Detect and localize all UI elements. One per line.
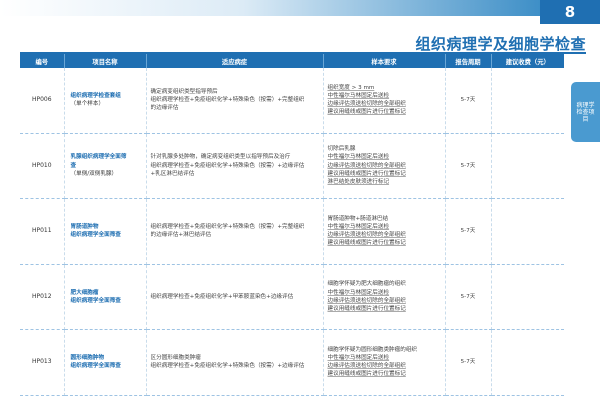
sample-line: 胃肠道肿物+肠道淋巴结 — [327, 215, 389, 222]
sample-cell: 细胞学怀疑为肥大细胞瘤的组织 中性福尔马林固定后送检 边缘评估须送检切除的全部组… — [323, 264, 446, 330]
indication-line: 确定病变组织类型指导预后 — [150, 88, 218, 95]
sample-line: 细胞学怀疑为圆形细胞类肿瘤的组织 — [327, 346, 418, 353]
item-name-line: 圆形细胞肿物 — [70, 355, 105, 362]
item-name-line: 查 — [70, 162, 77, 169]
indication-cell: 针对乳腺多处肿物，确定病变组织类型以指导预后及治疗 组织病理学检查+免疫组织化学… — [146, 133, 324, 199]
sample-line: 建议用缝线或图片进行位置标记 — [327, 170, 406, 177]
item-name-line: 乳腺组织病理学全面筛 — [70, 154, 127, 161]
page-title: 组织病理学及细胞学检查 — [415, 35, 586, 53]
item-name-line: 组织病理学全面筛查 — [70, 363, 121, 370]
column-header: 建议收费（元） — [491, 54, 564, 68]
fee-cell — [491, 264, 564, 330]
report-period: 5-7天 — [445, 329, 492, 396]
indication-line: 针对乳腺多处肿物，确定病变组织类型以指导预后及治疗 — [150, 154, 291, 161]
sample-line: 中性福尔马林固定后送检 — [327, 355, 390, 362]
sample-line: 边缘评估须送检切除的全部组织 — [327, 297, 406, 304]
indication-cell: 组织病理学检查+免疫组织化学+特殊染色（按需）+完整组织 的边缘评估+淋巴结评估 — [146, 198, 324, 265]
sample-line: 边缘评估须送检切除的全部组织 — [327, 101, 406, 108]
sample-line: 细胞学怀疑为肥大细胞瘤的组织 — [327, 281, 406, 288]
table-header-row: 编号 项目名称 适应病症 样本要求 报告周期 建议收费（元） — [20, 54, 564, 68]
indication-cell: 确定病变组织类型指导预后 组织病理学检查+免疫组织化学+特殊染色（按需）+完整组… — [146, 68, 324, 134]
indication-line: 组织病理学检查+免疫组织化学+甲苯胺蓝染色+边缘评估 — [150, 293, 294, 300]
sample-line: 中性福尔马林固定后送检 — [327, 154, 390, 161]
indication-line: 组织病理学检查+免疫组织化学+特殊染色（按需）+完整组织 — [150, 97, 305, 104]
item-name-line: 组织病理学全面筛查 — [70, 232, 121, 239]
fee-cell — [491, 68, 564, 134]
column-header: 样本要求 — [323, 54, 446, 68]
item-code: HP011 — [20, 198, 65, 265]
fee-cell — [491, 133, 564, 199]
item-name: 圆形细胞肿物 组织病理学全面筛查 — [64, 329, 147, 396]
report-period: 5-7天 — [445, 264, 492, 330]
sample-line: 边缘评估须送检切除的全部组织 — [327, 363, 406, 370]
sample-line: 建议用缝线或图片进行位置标记 — [327, 371, 406, 378]
sample-cell: 组织宽度 > 3 mm 中性福尔马林固定后送检 边缘评估须送检切除的全部组织 建… — [323, 68, 446, 134]
fee-cell — [491, 198, 564, 265]
item-name: 胃肠道肿物 组织病理学全面筛查 — [64, 198, 147, 265]
item-name: 组织病理学检查套组 （单个样本） — [64, 68, 147, 134]
indication-cell: 区分圆形细胞类肿瘤 组织病理学检查+免疫组织化学+特殊染色（按需）+边缘评估 — [146, 329, 324, 396]
indication-line: 组织病理学检查+免疫组织化学+特殊染色（按需）+完整组织 — [150, 224, 305, 231]
item-code: HP013 — [20, 329, 65, 396]
indication-line: 的边缘评估+淋巴结评估 — [150, 232, 212, 239]
page-number: 8 — [540, 0, 600, 24]
report-period: 5-7天 — [445, 133, 492, 199]
item-name-line: 组织病理学检查套组 — [70, 93, 121, 100]
item-name-line: 组织病理学全面筛查 — [70, 297, 121, 304]
indication-line: +乳区淋巴结评估 — [150, 170, 195, 177]
indication-line: 组织病理学检查+免疫组织化学+特殊染色（按需）+边缘评估 — [150, 162, 305, 169]
table-row: HP011 胃肠道肿物 组织病理学全面筛查 组织病理学检查+免疫组织化学+特殊染… — [20, 198, 564, 265]
item-name-line: 胃肠道肿物 — [70, 224, 99, 231]
item-code: HP010 — [20, 133, 65, 199]
sample-line: 组织宽度 > 3 mm — [327, 84, 375, 91]
sample-line: 建议用缝线或图片进行位置标记 — [327, 305, 406, 312]
item-name: 乳腺组织病理学全面筛 查 （单侧/双侧乳腺） — [64, 133, 147, 199]
item-name: 肥大细胞瘤 组织病理学全面筛查 — [64, 264, 147, 330]
sample-line: 中性福尔马林固定后送检 — [327, 289, 390, 296]
sample-line: 边缘评估须送检切除的全部组织 — [327, 232, 406, 239]
sample-line: 淋巴结处皮肤须进行标记 — [327, 179, 390, 186]
fee-cell — [491, 329, 564, 396]
column-header: 编号 — [20, 54, 65, 68]
item-code: HP006 — [20, 68, 65, 134]
item-name-note: （单个样本） — [70, 101, 105, 108]
column-header: 项目名称 — [64, 54, 147, 68]
side-tab-label: 病理学检查项目 — [576, 101, 595, 123]
indication-line: 区分圆形细胞类肿瘤 — [150, 355, 201, 362]
table-row: HP010 乳腺组织病理学全面筛 查 （单侧/双侧乳腺） 针对乳腺多处肿物，确定… — [20, 133, 564, 199]
indication-line: 的边缘评估 — [150, 105, 179, 112]
indication-line: 组织病理学检查+免疫组织化学+特殊染色（按需）+边缘评估 — [150, 363, 305, 370]
column-header: 适应病症 — [146, 54, 324, 68]
table-row: HP013 圆形细胞肿物 组织病理学全面筛查 区分圆形细胞类肿瘤 组织病理学检查… — [20, 329, 564, 396]
sample-cell: 细胞学怀疑为圆形细胞类肿瘤的组织 中性福尔马林固定后送检 边缘评估须送检切除的全… — [323, 329, 446, 396]
sample-line: 中性福尔马林固定后送检 — [327, 93, 390, 100]
price-table: 编号 项目名称 适应病症 样本要求 报告周期 建议收费（元） HP006 组织病… — [20, 54, 564, 396]
item-code: HP012 — [20, 264, 65, 330]
sample-line: 切除后乳腺 — [327, 146, 356, 153]
column-header: 报告周期 — [445, 54, 492, 68]
side-tab[interactable]: 病理学检查项目 — [571, 82, 600, 142]
indication-cell: 组织病理学检查+免疫组织化学+甲苯胺蓝染色+边缘评估 — [146, 264, 324, 330]
sample-line: 建议用缝线或图片进行位置标记 — [327, 109, 406, 116]
top-banner: 8 — [0, 0, 600, 24]
sample-cell: 胃肠道肿物+肠道淋巴结 中性福尔马林固定后送检 边缘评估须送检切除的全部组织 建… — [323, 198, 446, 265]
sample-line: 建议用缝线或图片进行位置标记 — [327, 240, 406, 247]
item-name-line: 肥大细胞瘤 — [70, 289, 99, 296]
sample-line: 边缘评估须送检切除的全部组织 — [327, 162, 406, 169]
table-row: HP012 肥大细胞瘤 组织病理学全面筛查 组织病理学检查+免疫组织化学+甲苯胺… — [20, 264, 564, 330]
sample-cell: 切除后乳腺 中性福尔马林固定后送检 边缘评估须送检切除的全部组织 建议用缝线或图… — [323, 133, 446, 199]
item-name-note: （单侧/双侧乳腺） — [70, 170, 118, 177]
report-period: 5-7天 — [445, 198, 492, 265]
table-row: HP006 组织病理学检查套组 （单个样本） 确定病变组织类型指导预后 组织病理… — [20, 68, 564, 134]
sample-line: 中性福尔马林固定后送检 — [327, 224, 390, 231]
report-period: 5-7天 — [445, 68, 492, 134]
banner-gradient — [0, 0, 540, 16]
